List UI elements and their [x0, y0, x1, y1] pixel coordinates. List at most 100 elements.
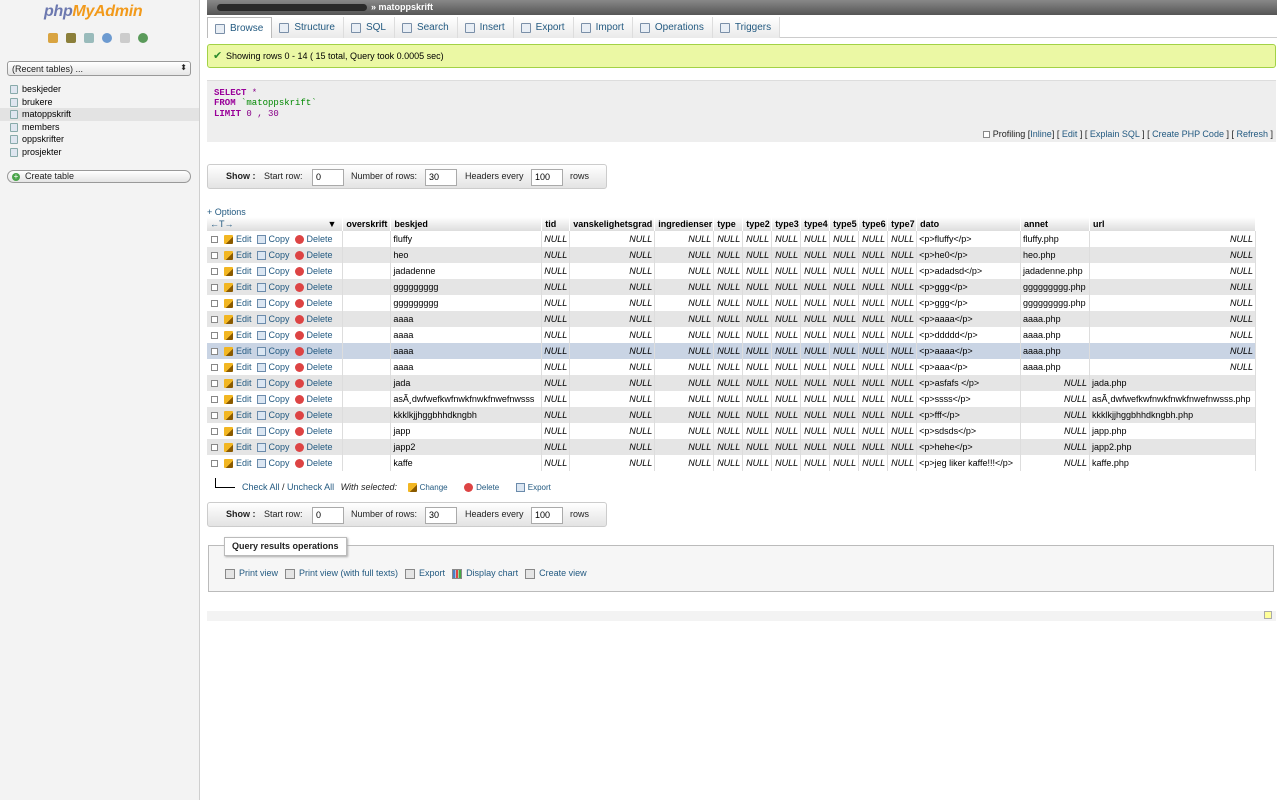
- column-header[interactable]: type6: [858, 217, 889, 231]
- breadcrumb-table[interactable]: matoppskrift: [379, 2, 434, 12]
- cell-null[interactable]: NULL: [569, 311, 656, 327]
- print-view-link[interactable]: Print view: [225, 568, 278, 579]
- create-table-button[interactable]: + Create table: [7, 170, 191, 183]
- cell-null[interactable]: NULL: [654, 391, 715, 407]
- cell-null[interactable]: NULL: [800, 247, 831, 263]
- column-actions-header[interactable]: ←T→ ▼: [207, 217, 344, 231]
- cell-null[interactable]: NULL: [713, 375, 744, 391]
- cell-null[interactable]: NULL: [569, 231, 656, 247]
- edit-button[interactable]: Edit: [224, 426, 252, 437]
- column-header[interactable]: tid: [541, 217, 571, 231]
- tab-triggers[interactable]: Triggers: [712, 17, 781, 38]
- cell-beskjed[interactable]: japp: [390, 423, 543, 439]
- cell-null[interactable]: NULL: [742, 279, 773, 295]
- cell-null[interactable]: NULL: [742, 391, 773, 407]
- cell-null[interactable]: NULL: [771, 391, 802, 407]
- cell-annet[interactable]: fluffy.php: [1020, 231, 1090, 247]
- uncheck-all-link[interactable]: Uncheck All: [287, 482, 334, 492]
- cell-null[interactable]: NULL: [771, 295, 802, 311]
- edit-button[interactable]: Edit: [224, 362, 252, 373]
- cell-null[interactable]: NULL: [858, 439, 889, 455]
- edit-button[interactable]: Edit: [224, 282, 252, 293]
- mysql-docs-icon[interactable]: [120, 33, 130, 43]
- cell-null[interactable]: NULL: [887, 391, 918, 407]
- cell-null[interactable]: NULL: [771, 455, 802, 471]
- delete-button[interactable]: Delete: [290, 394, 333, 405]
- cell-overskrift[interactable]: [342, 295, 392, 311]
- cell-dato[interactable]: <p>aaaa</p>: [916, 343, 1022, 359]
- refresh-link[interactable]: Refresh: [1236, 129, 1268, 139]
- cell-null[interactable]: NULL: [742, 407, 773, 423]
- cell-null[interactable]: NULL: [541, 391, 571, 407]
- cell-null[interactable]: NULL: [800, 455, 831, 471]
- cell-null[interactable]: NULL: [541, 455, 571, 471]
- row-checkbox[interactable]: [211, 284, 218, 292]
- create-php-code-link[interactable]: Create PHP Code: [1152, 129, 1224, 139]
- column-header[interactable]: type3: [771, 217, 802, 231]
- cell-null[interactable]: NULL: [887, 455, 918, 471]
- cell-null[interactable]: NULL: [858, 279, 889, 295]
- cell-null[interactable]: NULL: [829, 231, 860, 247]
- cell-null[interactable]: NULL: [771, 311, 802, 327]
- cell-url[interactable]: asÃ¸dwfwefkwfnwkfnwkfnwefnwsss.php: [1089, 391, 1256, 407]
- cell-null[interactable]: NULL: [713, 279, 744, 295]
- copy-button[interactable]: Copy: [252, 458, 290, 469]
- cell-null[interactable]: NULL: [654, 423, 715, 439]
- cell-null[interactable]: NULL: [569, 423, 656, 439]
- cell-null[interactable]: NULL: [569, 407, 656, 423]
- cell-overskrift[interactable]: [342, 439, 392, 455]
- edit-button[interactable]: Edit: [224, 394, 252, 405]
- cell-null[interactable]: NULL: [742, 423, 773, 439]
- cell-beskjed[interactable]: jada: [390, 375, 543, 391]
- cell-null[interactable]: NULL: [887, 359, 918, 375]
- cell-null[interactable]: NULL: [541, 231, 571, 247]
- cell-null[interactable]: NULL: [654, 263, 715, 279]
- cell-url[interactable]: NULL: [1089, 327, 1256, 343]
- cell-annet[interactable]: aaaa.php: [1020, 359, 1090, 375]
- number-of-rows-input[interactable]: 30: [425, 507, 457, 524]
- table-item[interactable]: oppskrifter: [0, 133, 199, 146]
- cell-beskjed[interactable]: fluffy: [390, 231, 543, 247]
- cell-null[interactable]: NULL: [800, 295, 831, 311]
- copy-button[interactable]: Copy: [252, 410, 290, 421]
- cell-null[interactable]: NULL: [887, 311, 918, 327]
- cell-annet[interactable]: NULL: [1020, 407, 1090, 423]
- recent-tables-select[interactable]: (Recent tables) ... ⬍: [7, 61, 191, 76]
- cell-annet[interactable]: aaaa.php: [1020, 343, 1090, 359]
- table-item[interactable]: prosjekter: [0, 146, 199, 159]
- column-header[interactable]: type7: [887, 217, 918, 231]
- column-header[interactable]: type5: [829, 217, 860, 231]
- cell-overskrift[interactable]: [342, 391, 392, 407]
- cell-null[interactable]: NULL: [713, 343, 744, 359]
- cell-null[interactable]: NULL: [742, 375, 773, 391]
- cell-null[interactable]: NULL: [858, 311, 889, 327]
- row-checkbox[interactable]: [211, 236, 218, 244]
- cell-url[interactable]: kaffe.php: [1089, 455, 1256, 471]
- cell-null[interactable]: NULL: [829, 407, 860, 423]
- cell-annet[interactable]: NULL: [1020, 375, 1090, 391]
- cell-null[interactable]: NULL: [829, 439, 860, 455]
- cell-null[interactable]: NULL: [654, 343, 715, 359]
- cell-beskjed[interactable]: aaaa: [390, 327, 543, 343]
- cell-null[interactable]: NULL: [829, 455, 860, 471]
- cell-overskrift[interactable]: [342, 359, 392, 375]
- copy-button[interactable]: Copy: [252, 442, 290, 453]
- row-checkbox[interactable]: [211, 252, 218, 260]
- cell-null[interactable]: NULL: [829, 375, 860, 391]
- cell-dato[interactable]: <p>he0</p>: [916, 247, 1022, 263]
- copy-button[interactable]: Copy: [252, 250, 290, 261]
- cell-null[interactable]: NULL: [829, 359, 860, 375]
- cell-url[interactable]: NULL: [1089, 311, 1256, 327]
- delete-button[interactable]: Delete: [290, 362, 333, 373]
- cell-url[interactable]: NULL: [1089, 295, 1256, 311]
- cell-null[interactable]: NULL: [569, 439, 656, 455]
- edit-button[interactable]: Edit: [224, 298, 252, 309]
- cell-null[interactable]: NULL: [887, 423, 918, 439]
- phpmyadmin-logo[interactable]: phpMyAdmin: [44, 3, 143, 21]
- column-header[interactable]: vanskelighetsgrad: [569, 217, 656, 231]
- cell-null[interactable]: NULL: [742, 263, 773, 279]
- cell-null[interactable]: NULL: [713, 327, 744, 343]
- cell-null[interactable]: NULL: [771, 359, 802, 375]
- cell-dato[interactable]: <p>jeg liker kaffe!!!</p>: [916, 455, 1022, 471]
- cell-null[interactable]: NULL: [829, 423, 860, 439]
